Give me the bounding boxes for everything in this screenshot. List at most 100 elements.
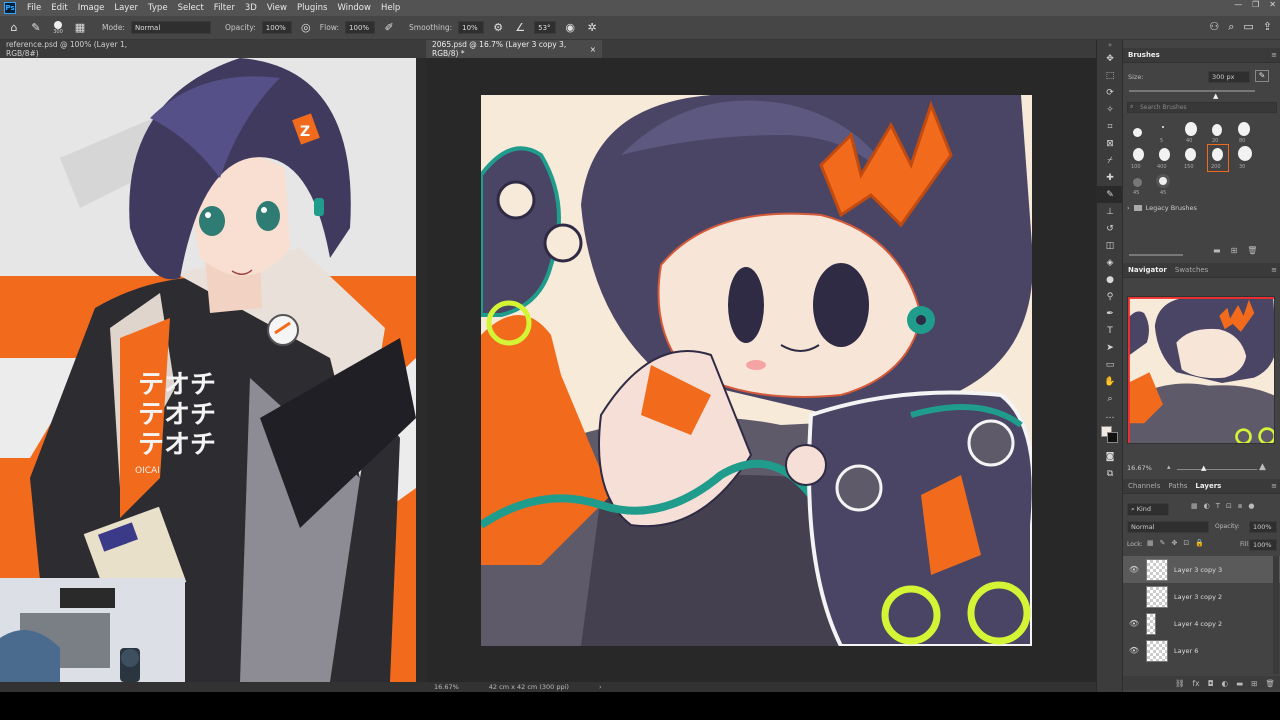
pressure-opacity-icon[interactable]: ◎: [298, 21, 314, 34]
filter-type-icon[interactable]: T: [1216, 502, 1220, 511]
screen-mode-icon[interactable]: ⧉: [1097, 465, 1123, 482]
menu-plugins[interactable]: Plugins: [292, 3, 332, 13]
brush-tip[interactable]: [1185, 148, 1196, 161]
menu-help[interactable]: Help: [376, 3, 405, 13]
magic-wand-icon[interactable]: ✧: [1097, 101, 1123, 118]
dodge-tool-icon[interactable]: ⚲: [1097, 288, 1123, 305]
brush-size-slider[interactable]: [1129, 90, 1255, 92]
lock-image-icon[interactable]: ✎: [1160, 539, 1166, 547]
filter-shape-icon[interactable]: ⊡: [1226, 502, 1232, 511]
brush-preview-slider[interactable]: [1129, 254, 1183, 256]
zoom-tool-icon[interactable]: ⌕: [1097, 390, 1123, 407]
brush-tip[interactable]: [1238, 122, 1250, 136]
visibility-eye-icon[interactable]: 👁: [1127, 565, 1141, 574]
panel-menu-icon[interactable]: ≡: [1271, 51, 1277, 59]
pressure-size-icon[interactable]: ◉: [562, 21, 578, 34]
panel-menu-icon[interactable]: ≡: [1271, 266, 1277, 274]
brush-tip[interactable]: [1212, 124, 1222, 136]
expand-arrow-icon[interactable]: ›: [1127, 204, 1130, 212]
marquee-tool-icon[interactable]: ⬚: [1097, 67, 1123, 84]
create-folder-icon[interactable]: ▬: [1213, 246, 1221, 255]
more-tools-icon[interactable]: …: [1097, 407, 1123, 424]
brush-tip[interactable]: [1185, 122, 1197, 136]
lock-artboard-icon[interactable]: ⊡: [1183, 539, 1189, 547]
adjustment-layer-icon[interactable]: ◐: [1222, 679, 1229, 688]
navigator-zoom-handle[interactable]: ▲: [1201, 464, 1206, 472]
tab-paths[interactable]: Paths: [1168, 482, 1187, 490]
menu-select[interactable]: Select: [173, 3, 209, 13]
zoom-out-icon[interactable]: ▴: [1167, 463, 1171, 471]
opacity-field[interactable]: 100%: [261, 21, 292, 34]
panel-menu-icon[interactable]: ≡: [1271, 482, 1277, 490]
clone-stamp-icon[interactable]: ⊥: [1097, 203, 1123, 220]
collapse-toolbar-icon[interactable]: »: [1097, 40, 1123, 50]
legacy-brushes-folder[interactable]: › Legacy Brushes: [1127, 202, 1277, 214]
layer-row[interactable]: Layer 3 copy 2: [1123, 583, 1280, 610]
brush-tip[interactable]: [1156, 174, 1170, 188]
path-selection-icon[interactable]: ➤: [1097, 339, 1123, 356]
healing-brush-icon[interactable]: ✚: [1097, 169, 1123, 186]
mode-select[interactable]: Normal: [130, 21, 211, 34]
frame-tool-icon[interactable]: ⊠: [1097, 135, 1123, 152]
tab-main-document[interactable]: 2065.psd @ 16.7% (Layer 3 copy 3, RGB/8)…: [426, 40, 602, 58]
menu-view[interactable]: View: [262, 3, 292, 13]
menu-file[interactable]: File: [22, 3, 46, 13]
brush-tip[interactable]: [1212, 148, 1223, 161]
home-icon[interactable]: ⌂: [6, 21, 22, 34]
brush-tip[interactable]: [1238, 146, 1252, 161]
history-brush-icon[interactable]: ↺: [1097, 220, 1123, 237]
menu-type[interactable]: Type: [143, 3, 173, 13]
paint-bucket-icon[interactable]: ◈: [1097, 254, 1123, 271]
new-brush-footer-icon[interactable]: ⊞: [1231, 246, 1238, 255]
type-tool-icon[interactable]: T: [1097, 322, 1123, 339]
tab-navigator[interactable]: Navigator: [1128, 266, 1167, 274]
document-canvas[interactable]: [481, 95, 1032, 646]
layer-kind-filter[interactable]: ⌕ Kind: [1127, 503, 1169, 516]
layer-style-icon[interactable]: fx: [1193, 679, 1200, 688]
airbrush-icon[interactable]: ✐: [381, 21, 397, 34]
zoom-readout[interactable]: 16.67%: [434, 683, 459, 691]
close-tab-icon[interactable]: ×: [590, 45, 596, 54]
move-tool-icon[interactable]: ✥: [1097, 50, 1123, 67]
flow-field[interactable]: 100%: [345, 21, 376, 34]
quick-mask-icon[interactable]: ◙: [1097, 448, 1123, 465]
brush-tool-selected-icon[interactable]: ✎: [1097, 186, 1123, 203]
menu-window[interactable]: Window: [332, 3, 376, 13]
brush-size-input[interactable]: 300 px: [1208, 71, 1250, 83]
new-group-icon[interactable]: ▬: [1236, 679, 1243, 688]
search-icon[interactable]: ⌕: [1228, 20, 1234, 34]
delete-layer-icon[interactable]: 🗑: [1265, 679, 1275, 688]
navigator-zoom-slider[interactable]: [1177, 469, 1257, 470]
brushes-panel-title[interactable]: Brushes: [1128, 51, 1160, 59]
lasso-tool-icon[interactable]: ⟳: [1097, 84, 1123, 101]
brush-search-input[interactable]: ⌕ Search Brushes: [1127, 102, 1277, 113]
menu-layer[interactable]: Layer: [109, 3, 143, 13]
hand-tool-icon[interactable]: ✋: [1097, 373, 1123, 390]
rectangle-tool-icon[interactable]: ▭: [1097, 356, 1123, 373]
blur-tool-icon[interactable]: ●: [1097, 271, 1123, 288]
layer-row[interactable]: 👁 Layer 6: [1123, 637, 1280, 664]
crop-tool-icon[interactable]: ⌗: [1097, 118, 1123, 135]
pen-tool-icon[interactable]: ✒: [1097, 305, 1123, 322]
blend-mode-select[interactable]: Normal: [1127, 521, 1209, 533]
menu-filter[interactable]: Filter: [209, 3, 240, 13]
brush-tip[interactable]: [1133, 148, 1144, 161]
background-color[interactable]: [1107, 432, 1118, 443]
brush-tip[interactable]: [1133, 128, 1142, 137]
angle-field[interactable]: 53°: [534, 21, 557, 34]
add-mask-icon[interactable]: ◘: [1208, 679, 1214, 688]
visibility-eye-icon[interactable]: 👁: [1127, 619, 1141, 628]
brush-size-slider-handle[interactable]: ▲: [1213, 92, 1218, 100]
lock-position-icon[interactable]: ✥: [1172, 539, 1178, 547]
layer-row[interactable]: 👁 Layer 4 copy 2: [1123, 610, 1280, 637]
lock-all-icon[interactable]: 🔒: [1195, 539, 1204, 547]
brush-tip[interactable]: [1162, 126, 1164, 128]
color-swatches[interactable]: [1097, 424, 1123, 448]
workspace-icon[interactable]: ▭: [1243, 20, 1253, 34]
eyedropper-icon[interactable]: ⌿: [1097, 152, 1123, 169]
tab-swatches[interactable]: Swatches: [1175, 266, 1208, 274]
share-export-icon[interactable]: ⇪: [1263, 20, 1272, 34]
menu-3d[interactable]: 3D: [240, 3, 262, 13]
layers-scrollbar[interactable]: [1273, 556, 1279, 674]
filter-adjust-icon[interactable]: ◐: [1204, 502, 1210, 511]
